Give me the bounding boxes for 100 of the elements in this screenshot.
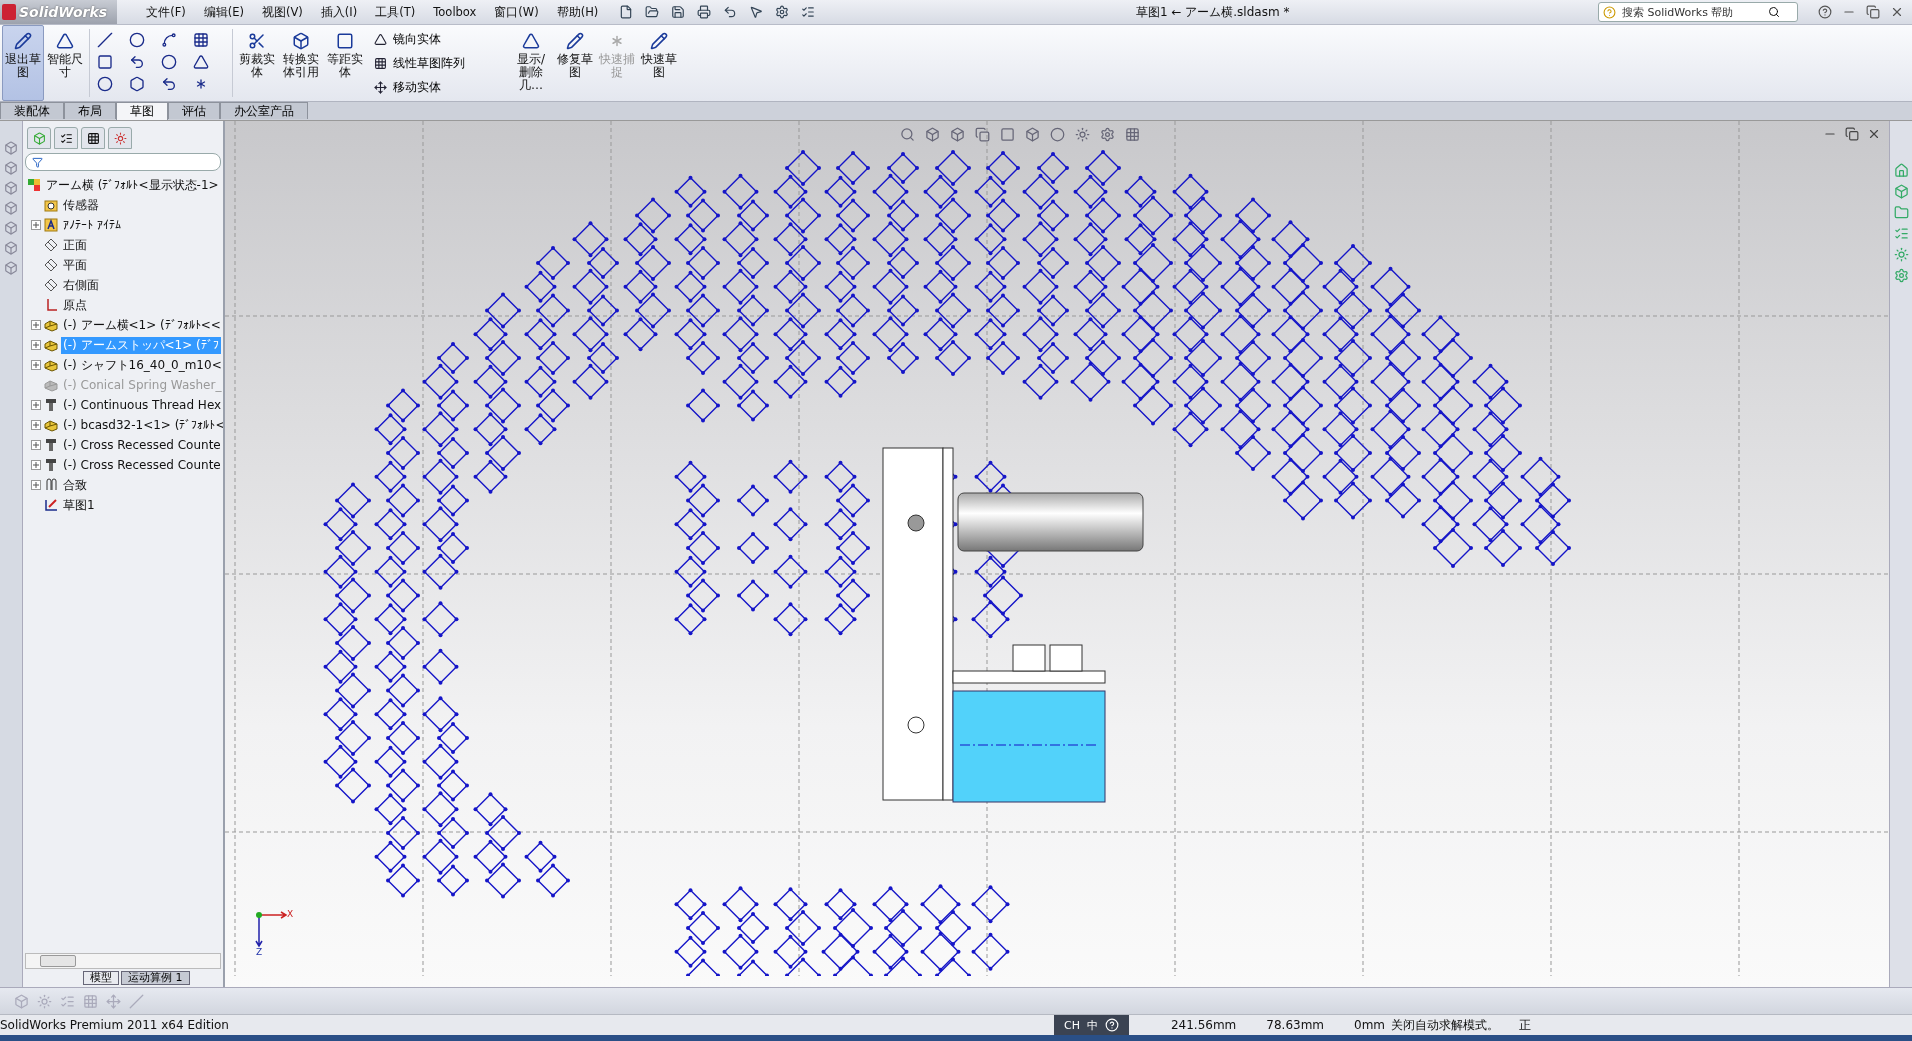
fillet-icon[interactable]: [161, 76, 177, 92]
tree-item[interactable]: 正面: [61, 236, 89, 254]
list-icon[interactable]: [59, 131, 73, 145]
tree-item[interactable]: (-) Cross Recessed Counte: [61, 458, 223, 472]
tab[interactable]: 办公室产品: [220, 102, 308, 119]
circle-icon[interactable]: [129, 32, 145, 48]
task-pane-icon[interactable]: [1893, 163, 1909, 178]
ribbon-button[interactable]: 智能尺寸: [44, 25, 86, 101]
menu-item[interactable]: 帮助(H): [547, 4, 608, 20]
view-toolbar-icon[interactable]: [975, 127, 990, 142]
slot-icon[interactable]: [97, 76, 113, 92]
task-pane-icon[interactable]: [1893, 268, 1909, 283]
tab[interactable]: 布局: [64, 102, 116, 119]
arc-icon[interactable]: [129, 54, 145, 70]
graphics-area[interactable]: X Z: [225, 121, 1889, 987]
grid-icon[interactable]: [86, 131, 100, 145]
tree-item[interactable]: (-) アーム横<1> (ﾃﾞﾌｫﾙﾄ<<: [61, 316, 223, 334]
view-toolbar-icon[interactable]: [900, 127, 915, 142]
expand-icon[interactable]: [31, 320, 41, 330]
line-icon[interactable]: [97, 32, 113, 48]
spline-icon[interactable]: [161, 32, 177, 48]
ribbon-button[interactable]: 移动实体: [372, 78, 502, 96]
view-toolbar-icon[interactable]: [925, 127, 940, 142]
ribbon-button[interactable]: 退出草图: [2, 25, 44, 101]
ribbon-button[interactable]: 剪裁实体: [236, 25, 278, 101]
task-pane-icon[interactable]: [1893, 184, 1909, 199]
menu-item[interactable]: 窗口(W): [485, 4, 548, 20]
sun-icon[interactable]: [113, 131, 127, 145]
view-icon[interactable]: [4, 161, 18, 175]
toolbar-icon[interactable]: [129, 993, 144, 1009]
menu-item[interactable]: 插入(I): [311, 4, 367, 20]
rectangle-icon[interactable]: [97, 54, 113, 70]
menu-item[interactable]: Toolbox: [424, 4, 486, 20]
view-icon[interactable]: [4, 201, 18, 215]
expand-icon[interactable]: [31, 220, 41, 230]
triangle-icon[interactable]: [193, 54, 209, 70]
grid-icon[interactable]: [193, 32, 209, 48]
menu-item[interactable]: 文件(F): [137, 4, 195, 20]
ime-mode[interactable]: 中: [1086, 1017, 1098, 1033]
task-pane-icon[interactable]: [1893, 205, 1909, 220]
ribbon-button[interactable]: 镜向实体: [372, 30, 502, 48]
toolbar-icon[interactable]: [14, 993, 29, 1009]
tree-item[interactable]: (-) シャフト16_40_0_m10<: [61, 356, 223, 374]
task-pane-icon[interactable]: [1893, 247, 1909, 262]
tree-item[interactable]: ｱﾉﾃｰﾄ ｱｲﾃﾑ: [61, 218, 123, 232]
tree-item[interactable]: 传感器: [61, 196, 101, 214]
toolbar-icon[interactable]: [37, 993, 52, 1009]
view-toolbar-icon[interactable]: [1100, 127, 1115, 142]
hexagon-icon[interactable]: [129, 76, 145, 92]
ribbon-button[interactable]: 快速草图: [638, 25, 680, 101]
expand-icon[interactable]: [31, 460, 41, 470]
tree-item[interactable]: 原点: [61, 296, 89, 314]
scrollbar[interactable]: [25, 953, 221, 969]
expand-icon[interactable]: [31, 400, 41, 410]
view-icon[interactable]: [4, 221, 18, 235]
view-toolbar-icon[interactable]: [1075, 127, 1090, 142]
menu-item[interactable]: 视图(V): [253, 4, 312, 20]
cube-icon[interactable]: [32, 131, 46, 145]
search-icon[interactable]: [1768, 6, 1780, 18]
tree-item[interactable]: (-) Cross Recessed Counte: [61, 438, 223, 452]
tree-item[interactable]: (-) Continuous Thread Hex: [61, 398, 223, 412]
expand-icon[interactable]: [31, 440, 41, 450]
view-toolbar-icon[interactable]: [950, 127, 965, 142]
tab[interactable]: 装配体: [0, 102, 64, 119]
expand-icon[interactable]: [31, 340, 41, 350]
expand-icon[interactable]: [31, 480, 41, 490]
view-toolbar-icon[interactable]: [1000, 127, 1015, 142]
tree-item[interactable]: 草图1: [61, 496, 97, 514]
tab[interactable]: 草图: [116, 102, 168, 120]
view-icon[interactable]: [4, 181, 18, 195]
ellipse-icon[interactable]: [161, 54, 177, 70]
view-icon[interactable]: [4, 241, 18, 255]
view-toolbar-icon[interactable]: [1025, 127, 1040, 142]
tab[interactable]: 模型: [83, 971, 119, 985]
expand-icon[interactable]: [31, 420, 41, 430]
view-toolbar-icon[interactable]: [1050, 127, 1065, 142]
toolbar-icon[interactable]: [83, 993, 98, 1009]
language-indicator[interactable]: CH: [1063, 1018, 1080, 1032]
toolbar-icon[interactable]: [106, 993, 121, 1009]
tree-item[interactable]: アーム横 (ﾃﾞﾌｫﾙﾄ<显示状态-1>: [44, 176, 221, 194]
view-icon[interactable]: [4, 261, 18, 275]
view-toolbar-icon[interactable]: [1125, 127, 1140, 142]
toolbar-icon[interactable]: [60, 993, 75, 1009]
tree-item[interactable]: 合致: [61, 476, 89, 494]
search-field[interactable]: 搜索 SolidWorks 帮助: [1598, 2, 1798, 22]
tab[interactable]: 运动算例 1: [121, 971, 190, 985]
ribbon-button[interactable]: 线性草图阵列: [372, 54, 502, 72]
ribbon-button[interactable]: 修复草图: [554, 25, 596, 101]
expand-icon[interactable]: [31, 360, 41, 370]
tab[interactable]: 评估: [168, 102, 220, 119]
ribbon-button[interactable]: 转换实体引用: [278, 25, 324, 101]
menu-item[interactable]: 工具(T): [366, 4, 425, 20]
filter-field[interactable]: [25, 153, 221, 171]
ribbon-button[interactable]: 等距实体: [324, 25, 366, 101]
view-icon[interactable]: [4, 141, 18, 155]
tree-item[interactable]: 右側面: [61, 276, 101, 294]
tree-item[interactable]: 平面: [61, 256, 89, 274]
menu-item[interactable]: 编辑(E): [194, 4, 253, 20]
task-pane-icon[interactable]: [1893, 226, 1909, 241]
ribbon-button[interactable]: 显示/删除几…: [508, 25, 554, 101]
